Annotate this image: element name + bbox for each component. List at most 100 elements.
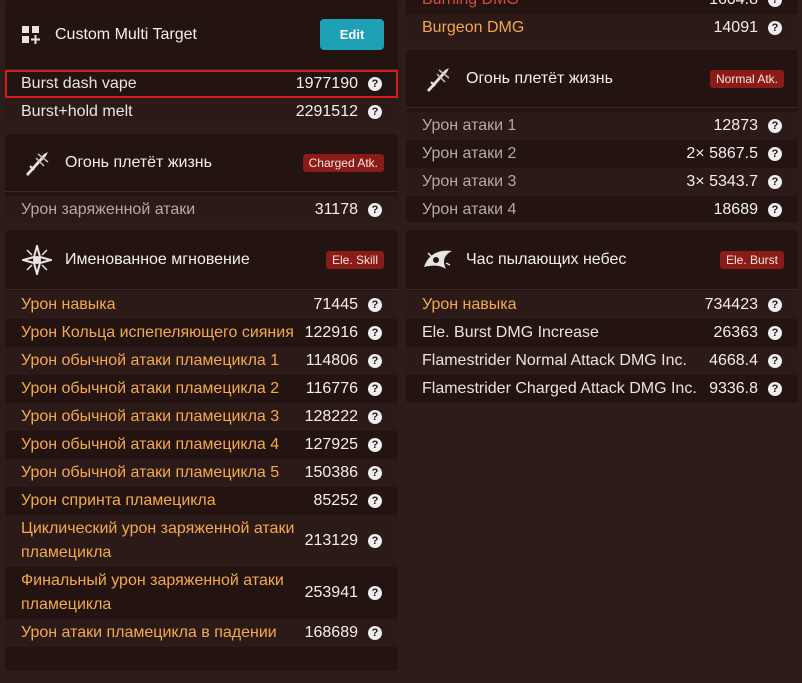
row-label: Урон Кольца испепеляющего сияния xyxy=(21,324,294,341)
row-label: Урон обычной атаки пламецикла 5 xyxy=(21,464,280,481)
help-icon[interactable]: ? xyxy=(768,175,782,189)
help-icon[interactable]: ? xyxy=(368,626,382,640)
damage-row: Ele. Burst DMG Increase 26363? xyxy=(406,319,798,347)
damage-row: Flamestrider Normal Attack DMG Inc. 4668.… xyxy=(406,347,798,375)
help-icon[interactable]: ? xyxy=(368,77,382,91)
damage-row: Урон атаки 1 12873? xyxy=(406,112,798,140)
card-title: Огонь плетёт жизнь xyxy=(65,153,212,171)
card-header: Custom Multi Target Edit xyxy=(5,0,398,70)
damage-row: Урон атаки пламецикла в падении 168689? xyxy=(5,619,398,647)
help-icon[interactable]: ? xyxy=(368,410,382,424)
sword-icon xyxy=(21,147,53,179)
row-value: 9336.8 xyxy=(709,380,758,397)
row-value: 122916 xyxy=(304,324,358,341)
edit-button[interactable]: Edit xyxy=(320,19,384,50)
help-icon[interactable]: ? xyxy=(768,203,782,217)
damage-row: Урон обычной атаки пламецикла 2 116776? xyxy=(5,375,398,403)
multi-target-row[interactable]: Burst dash vape 1977190 ? xyxy=(5,70,398,98)
row-value: 1977190 xyxy=(295,75,358,92)
multi-target-row[interactable]: Burst+hold melt 2291512 ? xyxy=(5,98,398,126)
damage-row: Burning DMG 1604.8 ? xyxy=(406,0,798,14)
row-label: Финальный урон заряженной атаки пламецик… xyxy=(21,572,284,613)
row-value: 128222 xyxy=(304,408,358,425)
row-value: 4668.4 xyxy=(709,352,758,369)
damage-row: Урон обычной атаки пламецикла 3 128222? xyxy=(5,403,398,431)
row-label: Burst+hold melt xyxy=(21,103,133,120)
row-label: Урон атаки 4 xyxy=(422,201,517,218)
elemental-skill-tag: Ele. Skill xyxy=(325,250,384,269)
help-icon[interactable]: ? xyxy=(368,203,382,217)
row-label: Урон атаки 3 xyxy=(422,173,517,190)
card-header: Час пылающих небес Ele. Burst xyxy=(406,230,798,290)
normal-attack-card: Огонь плетёт жизнь Normal Atk. Урон атак… xyxy=(406,50,798,222)
row-value: 3× 5343.7 xyxy=(686,173,758,190)
row-label: Урон заряженной атаки xyxy=(21,201,196,218)
damage-row: Урон атаки 4 18689? xyxy=(406,196,798,222)
card-title: Огонь плетёт жизнь xyxy=(466,69,613,87)
damage-row: Урон навыка 71445? xyxy=(5,291,398,319)
help-icon[interactable]: ? xyxy=(768,21,782,35)
help-icon[interactable]: ? xyxy=(768,298,782,312)
elemental-burst-tag: Ele. Burst xyxy=(719,250,784,269)
row-value: 85252 xyxy=(313,492,359,509)
damage-row: Циклический урон заряженной атаки пламец… xyxy=(5,515,398,567)
help-icon[interactable]: ? xyxy=(368,105,382,119)
damage-row: Урон обычной атаки пламецикла 4 127925? xyxy=(5,431,398,459)
row-label: Урон обычной атаки пламецикла 1 xyxy=(21,352,280,369)
help-icon[interactable]: ? xyxy=(368,298,382,312)
help-icon[interactable]: ? xyxy=(368,534,382,548)
row-value: 253941 xyxy=(304,584,358,601)
reaction-damage-card: Burning DMG 1604.8 ? Burgeon DMG 14091 ? xyxy=(406,0,798,42)
charged-attack-tag: Charged Atk. xyxy=(302,153,384,172)
help-icon[interactable]: ? xyxy=(368,466,382,480)
help-icon[interactable]: ? xyxy=(768,354,782,368)
help-icon[interactable]: ? xyxy=(368,326,382,340)
row-value: 71445 xyxy=(313,296,359,313)
row-label: Урон навыка xyxy=(422,296,517,313)
help-icon[interactable]: ? xyxy=(368,586,382,600)
charged-attack-card: Огонь плетёт жизнь Charged Atk. Урон зар… xyxy=(5,134,398,222)
row-label: Урон обычной атаки пламецикла 2 xyxy=(21,380,280,397)
multi-target-icon xyxy=(21,19,41,51)
row-value: 213129 xyxy=(304,532,358,549)
damage-row: Урон заряженной атаки 31178 ? xyxy=(5,196,398,222)
help-icon[interactable]: ? xyxy=(768,0,782,7)
custom-multi-target-card: Custom Multi Target Edit Burst dash vape… xyxy=(5,0,398,126)
card-header: Огонь плетёт жизнь Charged Atk. xyxy=(5,134,398,192)
row-label: Урон атаки 2 xyxy=(422,145,517,162)
row-label: Урон навыка xyxy=(21,296,116,313)
row-value: 26363 xyxy=(713,324,759,341)
row-value: 18689 xyxy=(713,201,759,218)
card-title: Час пылающих небес xyxy=(466,250,627,268)
row-value: 734423 xyxy=(704,296,758,313)
card-header: Огонь плетёт жизнь Normal Atk. xyxy=(406,50,798,108)
row-label: Burst dash vape xyxy=(21,75,137,92)
help-icon[interactable]: ? xyxy=(768,119,782,133)
help-icon[interactable]: ? xyxy=(368,494,382,508)
help-icon[interactable]: ? xyxy=(368,354,382,368)
normal-attack-tag: Normal Atk. xyxy=(709,69,784,88)
card-title: Именованное мгновение xyxy=(65,250,250,268)
help-icon[interactable]: ? xyxy=(768,326,782,340)
skill-icon xyxy=(21,244,53,276)
help-icon[interactable]: ? xyxy=(368,382,382,396)
damage-row: Урон Кольца испепеляющего сияния 122916? xyxy=(5,319,398,347)
row-label: Flamestrider Normal Attack DMG Inc. xyxy=(422,352,687,369)
help-icon[interactable]: ? xyxy=(768,382,782,396)
help-icon[interactable]: ? xyxy=(368,438,382,452)
row-label: Урон спринта пламецикла xyxy=(21,492,216,509)
row-value: 168689 xyxy=(304,624,358,641)
help-icon[interactable]: ? xyxy=(768,147,782,161)
row-label: Burning DMG xyxy=(422,0,699,12)
row-label: Урон атаки 1 xyxy=(422,117,517,134)
row-label: Урон обычной атаки пламецикла 4 xyxy=(21,436,280,453)
damage-row: Burgeon DMG 14091 ? xyxy=(406,14,798,42)
row-value: 12873 xyxy=(713,117,759,134)
damage-row: Урон навыка 734423? xyxy=(406,291,798,319)
damage-row: Урон атаки 3 3× 5343.7? xyxy=(406,168,798,196)
burst-icon xyxy=(422,244,454,276)
damage-row: Урон спринта пламецикла 85252? xyxy=(5,487,398,515)
row-value: 1604.8 xyxy=(709,0,758,9)
row-value: 127925 xyxy=(304,436,358,453)
row-label: Ele. Burst DMG Increase xyxy=(422,324,599,341)
